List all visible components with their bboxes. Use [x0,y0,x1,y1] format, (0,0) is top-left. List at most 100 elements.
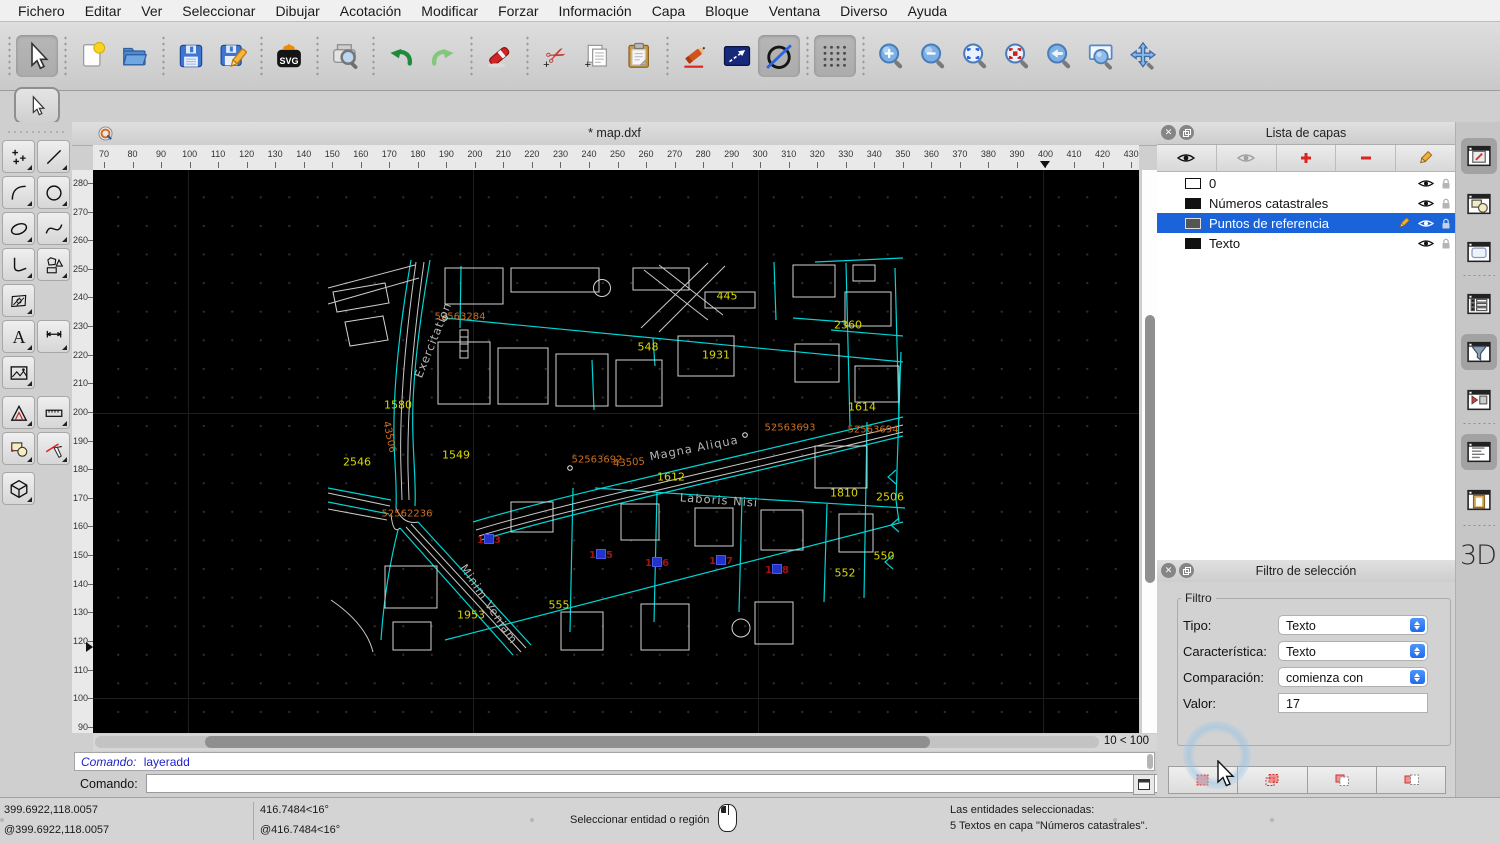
layer-lock-icon[interactable] [1437,218,1455,229]
hide-all-button[interactable] [1217,145,1277,171]
grid-toggle-button[interactable] [814,35,856,77]
dock-block-list-button[interactable] [1461,186,1497,222]
parcel-number[interactable]: 2506 [876,491,904,504]
layer-edit-icon[interactable] [1393,217,1415,229]
menu-fichero[interactable]: Fichero [8,3,75,19]
layers-panel-header[interactable]: ✕ Lista de capas [1157,122,1455,145]
parcel-number[interactable]: 1931 [702,349,730,362]
parcel-number[interactable]: 2546 [343,456,371,469]
select-button[interactable] [16,35,58,77]
delete-button[interactable] [478,35,520,77]
document-titlebar[interactable]: * map.dxf [72,122,1157,146]
horizontal-scrollbar-thumb[interactable] [205,736,930,748]
reference-number[interactable]: 43505 [613,456,646,469]
drawing-canvas[interactable]: 4452360548193116141580254615491612181025… [93,170,1139,733]
menu-seleccionar[interactable]: Seleccionar [172,3,265,19]
menu-capa[interactable]: Capa [642,3,695,19]
tool-text-button[interactable]: A [2,320,35,353]
tool-dimension-button[interactable] [37,320,70,353]
zoom-previous-button[interactable] [1038,35,1080,77]
save-button[interactable] [170,35,212,77]
parcel-number[interactable]: 445 [717,290,738,303]
tool-image-button[interactable] [2,356,35,389]
layer-row-puntos-de-referencia[interactable]: Puntos de referencia [1157,213,1455,233]
dock-clipboard-panel-button[interactable] [1461,482,1497,518]
parcel-number[interactable]: 1549 [442,449,470,462]
command-panel-toggle-button[interactable] [1133,774,1155,795]
history-scrollbar-thumb[interactable] [1147,754,1153,769]
zoom-window-button[interactable] [1080,35,1122,77]
layer-visibility-icon[interactable] [1415,238,1437,249]
menu-forzar[interactable]: Forzar [488,3,548,19]
menu-modificar[interactable]: Modificar [411,3,488,19]
menu-editar[interactable]: Editar [75,3,132,19]
horizontal-scrollbar[interactable]: 10 < 100 [93,734,1157,751]
menu-informacion[interactable]: Información [549,3,642,19]
parcel-number[interactable]: 550 [874,550,895,563]
selected-text[interactable]: 18 [765,564,789,576]
menu-ver[interactable]: Ver [131,3,172,19]
tool-blocks-button[interactable] [2,432,35,465]
vertical-scrollbar-thumb[interactable] [1145,315,1155,583]
select-from-selection-button[interactable] [1377,767,1445,793]
edit-layer-button[interactable] [1396,145,1455,171]
zoom-in-button[interactable] [870,35,912,77]
dock-selection-filter-button[interactable] [1461,334,1497,370]
pan-button[interactable] [1122,35,1164,77]
layer-visibility-icon[interactable] [1415,198,1437,209]
parcel-number[interactable]: 552 [835,567,856,580]
parcel-number[interactable]: 1580 [384,399,412,412]
horizontal-scrollbar-track[interactable] [95,736,1099,748]
filter-value-input[interactable]: 17 [1278,693,1428,713]
tool-points-button[interactable] [2,140,35,173]
dock-layer-list-button[interactable] [1461,286,1497,322]
parcel-number[interactable]: 1810 [830,487,858,500]
filter-combo-comparacion[interactable]: comienza con [1278,667,1428,687]
combo-stepper-icon[interactable] [1410,670,1425,684]
add-to-selection-button[interactable] [1238,767,1307,793]
selected-text[interactable]: 15 [589,549,613,561]
remove-from-selection-button[interactable] [1308,767,1377,793]
layer-row-0[interactable]: 0 [1157,173,1455,193]
selection-handle[interactable] [716,555,726,565]
selection-handle[interactable] [484,534,494,544]
dock-command-history-button[interactable] [1461,434,1497,470]
tool-arc-button[interactable] [2,176,35,209]
draw-pencil-button[interactable] [674,35,716,77]
filter-panel-header[interactable]: ✕ Filtro de selección [1157,560,1455,583]
tool-hatch-button[interactable] [2,284,35,317]
combo-stepper-icon[interactable] [1410,618,1425,632]
menu-ayuda[interactable]: Ayuda [898,3,957,19]
menu-ventana[interactable]: Ventana [759,3,830,19]
reference-number[interactable]: 52563694 [848,425,899,436]
zoom-selected-button[interactable] [996,35,1038,77]
paste-button[interactable] [618,35,660,77]
tool-cadtools-button[interactable] [2,396,35,429]
tool-circle-button[interactable] [37,176,70,209]
menu-acotacion[interactable]: Acotación [330,3,411,19]
tool-box3d-button[interactable] [2,472,35,505]
combo-stepper-icon[interactable] [1410,644,1425,658]
dock-view-list-button[interactable] [1461,234,1497,270]
copy-button[interactable]: + [576,35,618,77]
menu-bloque[interactable]: Bloque [695,3,759,19]
tool-ellipse-button[interactable] [2,212,35,245]
layer-row-texto[interactable]: Texto [1157,233,1455,253]
reference-number[interactable]: 52562236 [382,509,433,520]
svgexport-button[interactable]: SVG [268,35,310,77]
open-button[interactable] [114,35,156,77]
undo-button[interactable] [380,35,422,77]
tool-shapes-button[interactable] [37,248,70,281]
print-preview-button[interactable] [324,35,366,77]
layer-lock-icon[interactable] [1437,238,1455,249]
reference-number[interactable]: 52563693 [765,423,816,434]
zoom-auto-button[interactable] [954,35,996,77]
tool-line-button[interactable] [37,140,70,173]
tool-spline-button[interactable] [37,212,70,245]
vertical-scrollbar[interactable] [1141,170,1158,733]
selection-tool-button[interactable] [14,87,60,124]
dock-property-editor-button[interactable] [1461,138,1497,174]
layer-lock-icon[interactable] [1437,198,1455,209]
filter-combo-caracteristica[interactable]: Texto [1278,641,1428,661]
selection-handle[interactable] [652,557,662,567]
